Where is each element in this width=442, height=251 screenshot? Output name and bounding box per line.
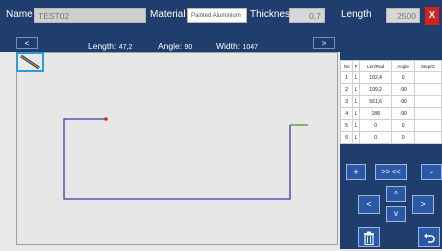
table-cell: 0 <box>358 131 393 144</box>
table-cell: 188 <box>358 107 393 120</box>
material-field[interactable]: Painted Aluminium <box>187 8 247 23</box>
table-cell <box>413 119 442 132</box>
material-label: Material <box>150 9 186 20</box>
table-row[interactable]: 1 L 102,4 0 <box>339 71 442 84</box>
length-field[interactable]: 2500 <box>386 8 420 23</box>
table-cell: 0 <box>391 71 415 84</box>
column-header: Len/Rad <box>358 60 393 72</box>
table-row[interactable]: 4 L 188 -90 <box>339 107 442 120</box>
table-cell <box>413 131 442 144</box>
table-cell: 0 <box>391 119 415 132</box>
trash-icon <box>364 231 374 246</box>
table-cell: 199,2 <box>358 83 393 96</box>
move-right-button[interactable]: > <box>412 195 434 214</box>
table-cell: 3 <box>339 95 354 108</box>
width-value: 1047 <box>242 44 259 51</box>
column-header: No <box>339 60 354 72</box>
move-up-button[interactable]: ^ <box>386 186 406 202</box>
move-down-button[interactable]: v <box>386 206 406 222</box>
table-cell: L <box>352 131 360 144</box>
next-segment-button[interactable]: > <box>313 37 335 49</box>
table-cell: 0 <box>358 119 393 132</box>
start-point-marker <box>104 117 108 121</box>
table-cell <box>413 71 442 84</box>
table-cell <box>413 107 442 120</box>
table-cell <box>413 83 442 96</box>
add-segment-button[interactable]: + <box>346 164 366 180</box>
table-cell: 2 <box>339 83 354 96</box>
length-value: 47,2 <box>118 44 133 51</box>
table-cell: 1 <box>339 71 354 84</box>
table-cell <box>413 95 442 108</box>
undo-icon <box>424 233 435 243</box>
profile-drawing <box>63 117 308 200</box>
table-cell: -90 <box>391 95 415 108</box>
drawing-canvas[interactable] <box>16 52 338 245</box>
close-button[interactable]: X <box>425 7 439 25</box>
table-cell: L <box>352 107 360 120</box>
table-cell: -90 <box>391 83 415 96</box>
segment-length-label: Length: 47,2 <box>88 41 132 51</box>
undo-button[interactable] <box>418 227 440 247</box>
width-caption: Width: <box>216 41 241 51</box>
name-field[interactable]: TEST02 <box>34 8 146 23</box>
flip-button[interactable]: >> << <box>375 164 407 180</box>
column-header: Step/G <box>413 60 442 72</box>
table-header-row: No F Len/Rad Angle Step/G <box>339 60 442 72</box>
thickness-field[interactable]: 0,7 <box>289 8 325 23</box>
move-left-button[interactable]: < <box>358 195 380 214</box>
segments-table: No F Len/Rad Angle Step/G 1 L 102,4 0 2 … <box>339 60 442 144</box>
previous-segment-button[interactable]: < <box>16 37 38 49</box>
segment-width-label: Width: 1047 <box>216 41 258 51</box>
table-cell: L <box>352 119 360 132</box>
profile-path <box>63 118 291 200</box>
table-cell: 0 <box>391 131 415 144</box>
table-cell: L <box>352 83 360 96</box>
length-label: Length <box>341 9 372 20</box>
delete-button[interactable] <box>358 227 380 247</box>
table-row[interactable]: 2 L 199,2 -90 <box>339 83 442 96</box>
pen-tool-icon[interactable] <box>16 52 44 72</box>
table-row[interactable]: 3 L 561,6 -90 <box>339 95 442 108</box>
angle-value: 90 <box>184 44 193 51</box>
table-cell: L <box>352 95 360 108</box>
remove-segment-button[interactable]: - <box>421 164 442 180</box>
right-panel: No F Len/Rad Angle Step/G 1 L 102,4 0 2 … <box>339 52 442 249</box>
table-row[interactable]: 5 L 0 0 <box>339 119 442 132</box>
table-cell: 6 <box>339 131 354 144</box>
table-cell: 5 <box>339 119 354 132</box>
table-row[interactable]: 6 L 0 0 <box>339 131 442 144</box>
info-bar: < Length: 47,2 Angle: 90 Width: 1047 > <box>0 32 442 52</box>
length-caption: Length: <box>88 41 117 51</box>
column-header: Angle <box>391 60 415 72</box>
table-cell: 561,6 <box>358 95 393 108</box>
angle-caption: Angle: <box>158 41 183 51</box>
header-bar: Name TEST02 Material Painted Aluminium T… <box>0 0 442 32</box>
table-cell: -90 <box>391 107 415 120</box>
segment-angle-label: Angle: 90 <box>158 41 192 51</box>
name-label: Name <box>6 9 33 20</box>
table-cell: L <box>352 71 360 84</box>
table-cell: 102,4 <box>358 71 393 84</box>
column-header: F <box>352 60 360 72</box>
table-cell: 4 <box>339 107 354 120</box>
